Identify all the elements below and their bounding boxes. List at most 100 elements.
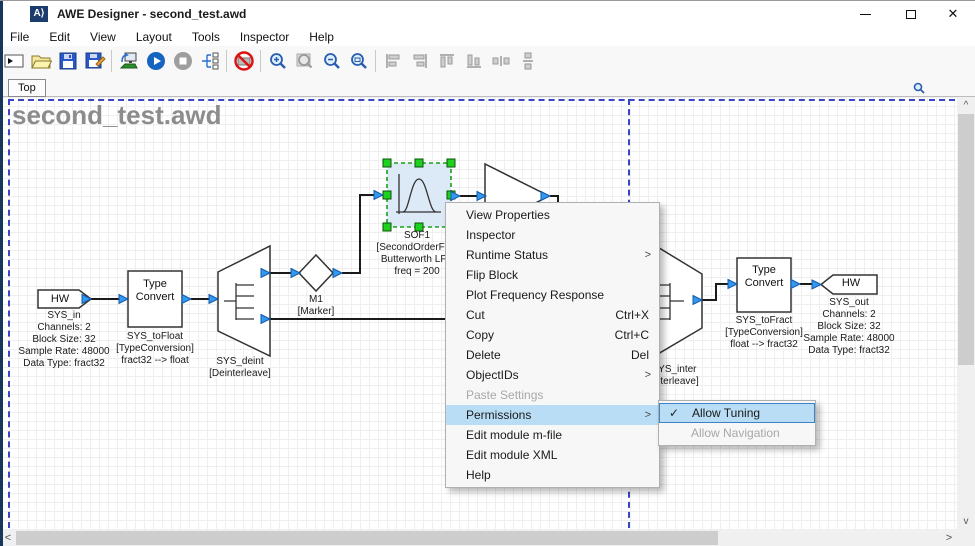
caption-line: [Deinterleave] [190,368,290,380]
caption-line: SYS_in [14,310,114,322]
toolbar [0,46,975,76]
menu-item-permissions[interactable]: Permissions> [446,405,659,425]
zoom-in-icon[interactable] [264,48,291,74]
tc1-shape-label: Type Convert [128,278,182,304]
menu-item-edit-module-m-file[interactable]: Edit module m-file [446,425,659,445]
minimize-button[interactable] [843,0,887,28]
scroll-down-icon[interactable]: v [957,513,975,530]
tc2-title-line2: Convert [737,277,791,290]
scroll-up-icon[interactable]: ^ [957,97,975,114]
submenu-label: Allow Tuning [692,406,760,420]
menu-item-delete[interactable]: DeleteDel [446,345,659,365]
maximize-icon [906,10,916,19]
connect-target-icon[interactable] [115,48,142,74]
vertical-scrollbar-thumb[interactable] [958,114,974,365]
caption-line: SYS_toFloat [105,331,205,343]
deinterleave-caption: SYS_deint [Deinterleave] [190,356,290,380]
find-bar [0,76,975,97]
menu-item-edit-module-xml[interactable]: Edit module XML [446,445,659,465]
stop-icon[interactable] [169,48,196,74]
zoom-selection-icon[interactable] [345,48,372,74]
sys-in-caption: SYS_in Channels: 2 Block Size: 32 Sample… [14,310,114,370]
menu-item-view-properties[interactable]: View Properties [446,205,659,225]
menu-item-flip-block[interactable]: Flip Block [446,265,659,285]
title-bar[interactable]: A⟩ AWE Designer - second_test.awd ✕ [0,0,975,28]
align-bottom-icon[interactable] [460,48,487,74]
menu-inspector[interactable]: Inspector [230,28,299,46]
distribute-vertical-icon[interactable] [514,48,541,74]
no-hardware-icon[interactable] [230,48,257,74]
caption-line: Block Size: 32 [799,321,899,333]
sys-in-shape-label: HW [38,293,82,306]
distribute-horizontal-icon[interactable] [487,48,514,74]
menu-bar: File Edit View Layout Tools Inspector He… [0,28,975,46]
caption-line: Data Type: fract32 [14,358,114,370]
shortcut-label: Ctrl+X [615,308,649,322]
align-left-icon[interactable] [379,48,406,74]
menu-edit[interactable]: Edit [39,28,80,46]
horizontal-scrollbar-thumb[interactable] [16,531,718,545]
menu-item-plot-frequency-response[interactable]: Plot Frequency Response [446,285,659,305]
caption-line: Data Type: fract32 [799,345,899,357]
propagate-changes-icon[interactable] [196,48,223,74]
submenu-arrow-icon: > [645,249,651,261]
submenu-arrow-icon: > [645,369,651,381]
close-button[interactable]: ✕ [931,0,975,28]
zoom-out-icon[interactable] [318,48,345,74]
submenu-arrow-icon: > [645,409,651,421]
caption-line: Channels: 2 [14,322,114,334]
caption-line: Sample Rate: 48000 [14,346,114,358]
menu-item-paste-settings: Paste Settings [446,385,659,405]
search-icon[interactable] [913,81,925,93]
caption-line: [TypeConversion] [105,343,205,355]
shortcut-label: Ctrl+C [615,328,649,342]
menu-help[interactable]: Help [299,28,344,46]
caption-line: Block Size: 32 [14,334,114,346]
save-icon[interactable] [54,48,81,74]
caption-line: Sample Rate: 48000 [799,333,899,345]
menu-item-cut[interactable]: CutCtrl+X [446,305,659,325]
sys-out-shape-label: HW [829,277,873,290]
save-as-icon[interactable] [81,48,108,74]
menu-item-inspector[interactable]: Inspector [446,225,659,245]
menu-file[interactable]: File [0,28,39,46]
zoom-fit-icon[interactable] [291,48,318,74]
menu-view[interactable]: View [80,28,126,46]
scroll-right-icon[interactable]: > [941,530,957,546]
maximize-button[interactable] [889,0,933,28]
window-border-top [0,0,975,1]
scrollbar-corner [957,530,975,546]
menu-tools[interactable]: Tools [182,28,230,46]
close-icon: ✕ [948,6,959,22]
page-boundary-left [8,99,10,528]
tab-top[interactable]: Top [8,79,46,97]
toolbar-separator [375,50,376,72]
open-file-icon[interactable] [27,48,54,74]
menu-layout[interactable]: Layout [126,28,182,46]
align-top-icon[interactable] [433,48,460,74]
caption-line: M1 [286,294,346,306]
new-system-icon[interactable] [0,48,27,74]
caption-line: [Marker] [286,306,346,318]
toolbar-separator [111,50,112,72]
menu-item-objectids[interactable]: ObjectIDs> [446,365,659,385]
window-border-accent [0,0,3,546]
toolbar-separator [260,50,261,72]
menu-item-runtime-status[interactable]: Runtime Status> [446,245,659,265]
menu-item-copy[interactable]: CopyCtrl+C [446,325,659,345]
shortcut-label: Del [631,348,649,362]
submenu-item-allow-tuning[interactable]: ✓ Allow Tuning [659,403,815,423]
minimize-icon [860,14,871,15]
align-right-icon[interactable] [406,48,433,74]
play-icon[interactable] [142,48,169,74]
menu-item-help[interactable]: Help [446,465,659,485]
toolbar-separator [226,50,227,72]
tc2-shape-label: Type Convert [737,264,791,290]
window-title: AWE Designer - second_test.awd [57,7,246,21]
tc2-title-line1: Type [737,264,791,277]
app-logo-icon: A⟩ [30,6,48,22]
tc1-title-line2: Convert [128,291,182,304]
checkmark-icon: ✓ [669,406,679,420]
sys-out-caption: SYS_out Channels: 2 Block Size: 32 Sampl… [799,297,899,357]
permissions-submenu: ✓ Allow Tuning Allow Navigation [658,400,816,446]
